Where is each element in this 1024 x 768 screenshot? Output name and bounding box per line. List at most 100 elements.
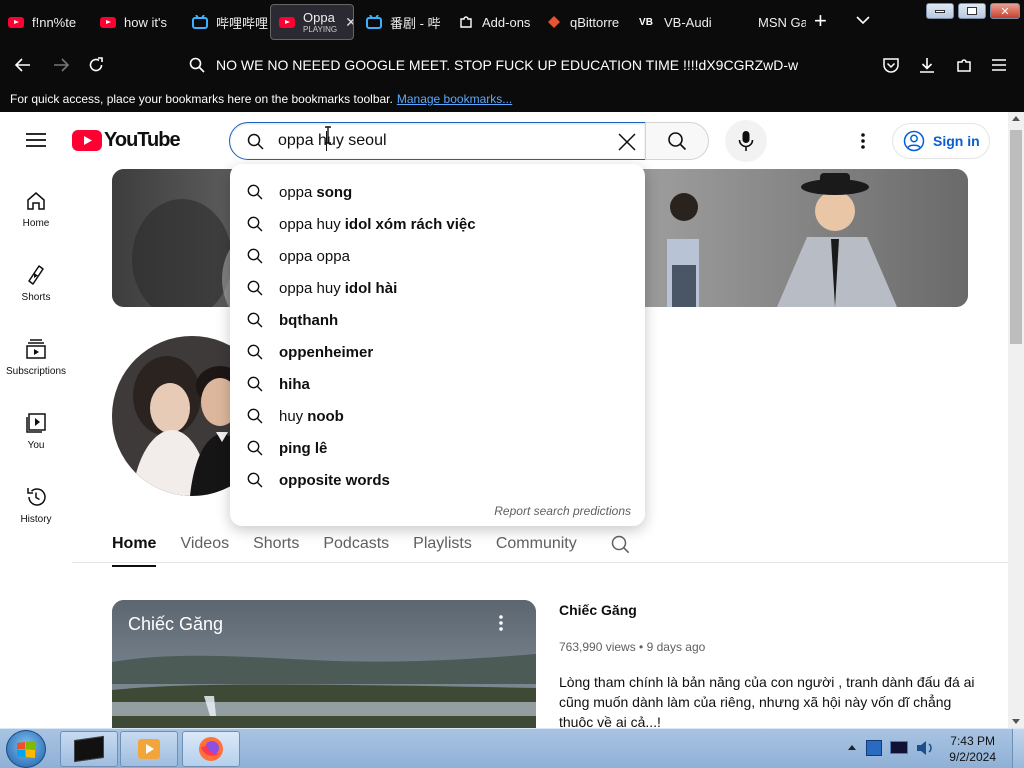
taskbar-app-terminal[interactable]: [60, 731, 118, 767]
minimize-button[interactable]: [926, 3, 954, 19]
sidebar-item-shorts[interactable]: Shorts: [0, 264, 72, 303]
shorts-icon: [28, 265, 44, 285]
qbittorrent-icon: [546, 14, 562, 30]
channel-tabs: Home Videos Shorts Podcasts Playlists Co…: [112, 526, 630, 567]
list-tabs-chevron-icon[interactable]: [856, 12, 870, 30]
clock-date: 9/2/2024: [949, 750, 996, 764]
clear-search-icon[interactable]: [617, 132, 637, 157]
tab-shorts[interactable]: Shorts: [253, 535, 299, 553]
forward-arrow-icon[interactable]: [50, 54, 72, 76]
sidebar-item-label: Home: [22, 218, 50, 229]
tab-bangumi[interactable]: 番剧 - 哔: [358, 4, 448, 40]
taskbar-app-media-player[interactable]: [120, 731, 178, 767]
network-icon[interactable]: [866, 740, 882, 756]
tab-oppa-active[interactable]: OppaPLAYING ✕: [270, 4, 354, 40]
search-suggestion-item[interactable]: oppa song: [230, 176, 645, 208]
tab-videos[interactable]: Videos: [180, 535, 229, 553]
taskbar-app-firefox[interactable]: [182, 731, 240, 767]
search-suggestion-item[interactable]: oppa oppa: [230, 240, 645, 272]
sidebar-item-history[interactable]: History: [0, 486, 72, 525]
sidebar-item-you[interactable]: You: [0, 412, 72, 451]
reload-icon[interactable]: [85, 54, 107, 76]
search-suggestion-item[interactable]: huy noob: [230, 400, 645, 432]
search-icon: [247, 312, 263, 328]
scrollbar-thumb[interactable]: [1010, 130, 1022, 344]
featured-video-thumbnail[interactable]: Chiếc Găng: [112, 600, 536, 728]
pocket-icon[interactable]: [880, 54, 902, 76]
tab-qbittorrent[interactable]: qBittorre: [538, 4, 628, 40]
sidebar-item-label: You: [27, 440, 45, 451]
bilibili-icon: [366, 14, 382, 30]
tab-playlists[interactable]: Playlists: [413, 535, 472, 553]
video-title-overlay: Chiếc Găng: [128, 614, 224, 634]
youtube-icon: [279, 14, 295, 30]
suggestion-bold-text: idol hài: [344, 279, 398, 297]
search-suggestion-item[interactable]: bqthanh: [230, 304, 645, 336]
system-clock[interactable]: 7:43 PM 9/2/2024: [949, 733, 996, 765]
suggestion-bold-text: noob: [307, 407, 344, 425]
more-options-icon[interactable]: [860, 132, 866, 155]
report-search-predictions-link[interactable]: Report search predictions: [494, 504, 631, 518]
show-hidden-icons-chevron-icon[interactable]: [848, 745, 856, 750]
restore-button[interactable]: [958, 3, 986, 19]
suggestion-plain-text: huy: [279, 407, 304, 425]
downloads-icon[interactable]: [916, 54, 938, 76]
tab-how-its[interactable]: how it's: [92, 4, 182, 40]
search-button[interactable]: [645, 122, 709, 160]
windows-taskbar: 7:43 PM 9/2/2024: [0, 728, 1024, 768]
search-suggestion-item[interactable]: oppenheimer: [230, 336, 645, 368]
tab-label: how it's: [124, 14, 167, 30]
tab-msn-games[interactable]: MSN Ga: [726, 4, 806, 40]
suggestion-plain-text: oppa huy: [279, 279, 341, 297]
menu-icon[interactable]: [988, 54, 1010, 76]
video-views: 763,990 views: [559, 640, 636, 654]
tab-finnite[interactable]: f!nn%te: [0, 4, 90, 40]
tab-add-ons[interactable]: Add-ons: [450, 4, 538, 40]
manage-bookmarks-link[interactable]: Manage bookmarks...: [397, 92, 512, 106]
video-title[interactable]: Chiếc Găng: [559, 602, 979, 618]
sidebar-item-label: History: [20, 514, 52, 525]
tab-podcasts[interactable]: Podcasts: [323, 535, 389, 553]
search-suggestion-item[interactable]: ping lê: [230, 432, 645, 464]
display-icon[interactable]: [890, 741, 908, 754]
video-more-options-icon[interactable]: [498, 614, 504, 637]
tab-home[interactable]: Home: [112, 535, 157, 567]
channel-search-icon[interactable]: [611, 535, 630, 554]
suggestion-bold-text: hiha: [279, 375, 310, 393]
suggestion-bold-text: song: [316, 183, 353, 201]
search-suggestion-item[interactable]: oppa huy idol hài: [230, 272, 645, 304]
start-button[interactable]: [6, 730, 46, 768]
search-suggestion-item[interactable]: hiha: [230, 368, 645, 400]
close-icon[interactable]: ✕: [345, 14, 353, 31]
tab-bilibili[interactable]: 哔哩哔哩: [184, 4, 268, 40]
youtube-logo[interactable]: YouTube: [72, 129, 181, 152]
search-suggestion-item[interactable]: oppa huy idol xóm rách việc: [230, 208, 645, 240]
sidebar-item-label: Shorts: [21, 292, 51, 303]
search-icon: [247, 408, 263, 424]
url-bar-input[interactable]: NO WE NO NEEED GOOGLE MEET. STOP FUCK UP…: [216, 57, 798, 73]
suggestion-plain-text: oppa: [279, 183, 313, 201]
sidebar-item-home[interactable]: Home: [0, 190, 72, 229]
tab-community[interactable]: Community: [496, 535, 577, 553]
microphone-icon: [738, 131, 754, 151]
tab-label: 番剧 - 哔: [390, 15, 441, 31]
new-tab-button[interactable]: +: [814, 10, 827, 32]
show-desktop-button[interactable]: [1012, 729, 1024, 768]
close-window-button[interactable]: ✕: [990, 3, 1020, 19]
tab-label: 哔哩哔哩: [216, 15, 268, 31]
extensions-icon[interactable]: [953, 54, 975, 76]
sidebar-item-subscriptions[interactable]: Subscriptions: [0, 338, 72, 377]
clock-time: 7:43 PM: [950, 734, 995, 748]
youtube-page: YouTube oppa huy seoul Sign in Home Shor…: [0, 112, 1008, 728]
back-arrow-icon[interactable]: [12, 54, 34, 76]
hamburger-menu-icon[interactable]: [26, 132, 46, 153]
voice-search-button[interactable]: [725, 120, 767, 162]
tab-vb-audio[interactable]: VB VB-Audi: [628, 4, 724, 40]
you-icon: [26, 413, 46, 433]
sign-in-button[interactable]: Sign in: [892, 123, 990, 159]
volume-icon[interactable]: [916, 740, 934, 761]
scroll-down-arrow-icon[interactable]: [1012, 719, 1020, 724]
search-suggestion-item[interactable]: opposite words: [230, 464, 645, 496]
search-input[interactable]: oppa huy seoul: [229, 122, 646, 160]
scroll-up-arrow-icon[interactable]: [1012, 116, 1020, 121]
